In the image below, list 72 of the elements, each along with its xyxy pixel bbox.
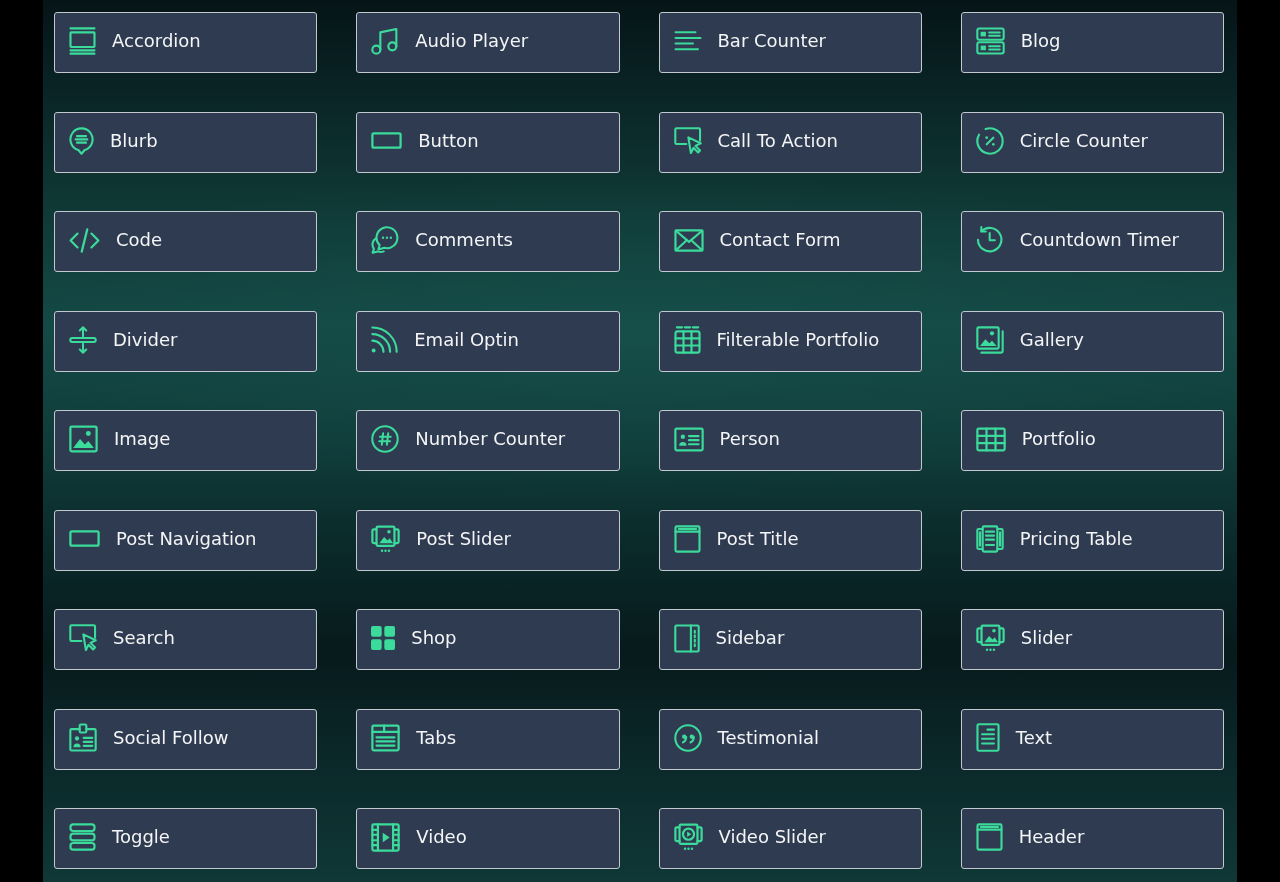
module-button[interactable]: Pricing Table [960,509,1224,571]
window-icon [673,524,701,553]
module-button[interactable]: Post Slider [356,509,620,571]
percent-circle-icon [975,126,1004,155]
speech-bubble-icon [69,126,94,155]
module-button[interactable]: Post Navigation [54,509,318,571]
module-button[interactable]: Code [54,211,318,272]
image-slider-icon [371,524,401,553]
module-button[interactable]: Video Slider [658,808,922,869]
module-button[interactable]: Gallery [960,310,1224,372]
quote-circle-icon [673,723,702,752]
module-button[interactable]: Contact Form [658,211,922,272]
accordion-icon [69,27,96,55]
rectangle-icon [69,530,100,547]
module-button[interactable]: Sidebar [658,609,922,670]
module-button[interactable]: Video [356,808,620,869]
envelope-icon [673,228,704,252]
module-button[interactable]: Comments [356,211,620,272]
stacked-bars-icon [69,823,96,851]
module-button[interactable]: Divider [54,310,318,372]
list-cards-icon [975,27,1005,55]
cursor-screen-icon [69,624,97,652]
grid-icon [975,426,1006,452]
cursor-screen-icon [673,126,702,155]
module-button[interactable]: Post Title [658,509,922,571]
module-button[interactable]: Header [960,808,1224,869]
rss-icon [371,325,399,354]
module-button[interactable]: Text [960,708,1224,770]
tabs-window-icon [371,723,401,752]
module-button[interactable]: Slider [960,609,1224,670]
module-button[interactable]: Number Counter [356,410,620,471]
text-lines-icon [673,31,702,51]
image-stack-icon [975,325,1004,354]
history-clock-icon [975,226,1004,254]
divider-arrows-icon [69,325,97,354]
window-icon [975,823,1003,851]
module-button[interactable]: Audio Player [356,12,620,73]
module-button[interactable]: Search [54,609,318,670]
module-button[interactable]: Image [54,410,318,471]
image-icon [69,425,98,453]
module-button[interactable]: Blog [960,12,1224,73]
table-grid-icon [673,325,701,354]
module-button[interactable]: Circle Counter [960,111,1224,173]
module-button[interactable]: Social Follow [54,708,318,770]
module-button[interactable]: Blurb [54,111,318,173]
columns-icon [975,524,1004,553]
module-button[interactable]: Button [356,111,620,173]
code-icon [69,227,100,253]
chat-bubbles-icon [371,226,400,254]
image-slider-icon [975,624,1005,652]
video-slider-icon [673,823,703,851]
module-button[interactable]: Countdown Timer [960,211,1224,272]
module-button[interactable]: Filterable Portfolio [658,310,922,372]
module-button[interactable]: Shop [356,609,620,670]
hash-circle-icon [371,425,400,453]
module-button[interactable]: Tabs [356,708,620,770]
module-button[interactable]: Toggle [54,808,318,869]
module-button[interactable]: Bar Counter [658,12,922,73]
module-button[interactable]: Person [658,410,922,471]
module-button[interactable]: Accordion [54,12,318,73]
film-play-icon [371,822,401,852]
module-button[interactable]: Call To Action [658,111,922,173]
music-note-icon [371,27,400,55]
document-icon [975,723,1000,752]
id-card-icon [673,426,704,452]
module-button[interactable]: Portfolio [960,410,1224,471]
module-button[interactable]: Email Optin [356,310,620,372]
four-squares-icon [371,626,396,650]
module-button[interactable]: Testimonial [658,708,922,770]
id-badge-icon [69,723,97,752]
sidebar-layout-icon [673,623,700,653]
rectangle-icon [371,132,403,149]
